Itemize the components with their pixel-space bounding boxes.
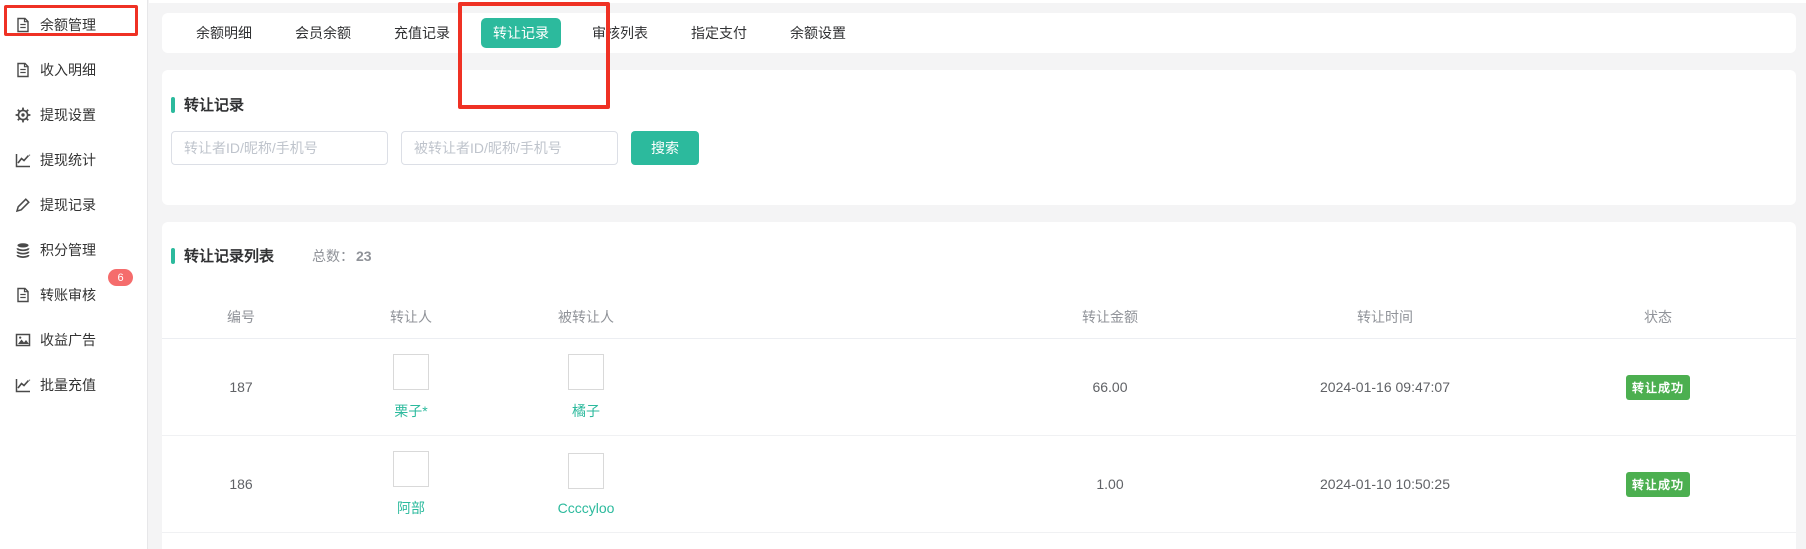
tab-recharge-records[interactable]: 充值记录: [382, 18, 462, 48]
cell-amount: 66.00: [670, 339, 1250, 435]
transfer-records-page: 余额管理 收入明细 提现设置 提现统计 提现记录: [0, 0, 1806, 549]
column-header-amount: 转让金额: [670, 296, 1250, 338]
cell-transferee: Ccccyloo: [502, 436, 670, 532]
total-value: 23: [356, 248, 372, 264]
coins-icon: [15, 242, 31, 258]
column-header-time: 转让时间: [1250, 296, 1520, 338]
transferee-search-input[interactable]: [401, 131, 618, 165]
document-icon: [15, 62, 31, 78]
cell-time: 2024-01-16 09:47:07: [1250, 339, 1520, 435]
search-row: 搜索: [171, 131, 1796, 165]
sidebar-item-label: 收益广告: [40, 330, 96, 350]
status-badge: 转让成功: [1626, 472, 1690, 497]
sidebar-item-label: 提现记录: [40, 195, 96, 215]
gear-icon: [15, 107, 31, 123]
tab-balance-detail[interactable]: 余额明细: [184, 18, 264, 48]
section-title-text: 转让记录: [184, 94, 244, 115]
annotation-box-sidebar-balance: [4, 5, 138, 36]
chart-line-icon: [15, 152, 31, 168]
column-header-transferor: 转让人: [320, 296, 502, 338]
cell-id: 186: [162, 436, 320, 532]
list-section-title: 转让记录列表 总数： 23: [162, 222, 1796, 266]
column-header-status: 状态: [1520, 296, 1796, 338]
tab-balance-settings[interactable]: 余额设置: [778, 18, 858, 48]
title-accent-bar: [171, 248, 175, 264]
column-header-id: 编号: [162, 296, 320, 338]
sidebar-item-transfer-review[interactable]: 转账审核 6: [0, 272, 147, 317]
user-name-link[interactable]: 橘子: [572, 401, 600, 421]
sidebar-item-withdraw-stats[interactable]: 提现统计: [0, 137, 147, 182]
sidebar: 余额管理 收入明细 提现设置 提现统计 提现记录: [0, 0, 148, 549]
tab-member-balance[interactable]: 会员余额: [283, 18, 363, 48]
cell-status: 转让成功: [1520, 339, 1796, 435]
pencil-icon: [15, 197, 31, 213]
sidebar-item-label: 批量充值: [40, 375, 96, 395]
user-name-link[interactable]: 阿部: [397, 498, 425, 518]
sidebar-item-income-detail[interactable]: 收入明细: [0, 47, 147, 92]
tabs-bar: 余额明细 会员余额 充值记录 转让记录 审核列表 指定支付 余额设置: [162, 13, 1796, 53]
title-accent-bar: [171, 97, 175, 113]
cell-transferor: 栗子*: [320, 339, 502, 435]
image-icon: [15, 332, 31, 348]
sidebar-item-label: 提现统计: [40, 150, 96, 170]
user-name-link[interactable]: 栗子*: [394, 401, 427, 421]
chart-line-icon: [15, 377, 31, 393]
cell-time: 2024-01-10 10:50:25: [1250, 436, 1520, 532]
search-button[interactable]: 搜索: [631, 131, 699, 165]
sidebar-item-withdraw-settings[interactable]: 提现设置: [0, 92, 147, 137]
user-name-link[interactable]: Ccccyloo: [558, 500, 615, 516]
cell-transferee: 橘子: [502, 339, 670, 435]
sidebar-item-revenue-ads[interactable]: 收益广告: [0, 317, 147, 362]
avatar[interactable]: [568, 453, 604, 489]
cell-amount: 1.00: [670, 436, 1250, 532]
search-panel: 转让记录 搜索: [162, 70, 1796, 205]
document-icon: [15, 287, 31, 303]
avatar[interactable]: [568, 354, 604, 390]
status-badge: 转让成功: [1626, 375, 1690, 400]
cell-status: 转让成功: [1520, 436, 1796, 532]
sidebar-item-label: 积分管理: [40, 240, 96, 260]
cell-id: 187: [162, 339, 320, 435]
transfer-list-panel: 转让记录列表 总数： 23 编号 转让人 被转让人 转让金额 转让时间 状态 1…: [162, 222, 1796, 549]
cell-transferor: 阿部: [320, 436, 502, 532]
top-strip: [149, 0, 1806, 3]
sidebar-item-batch-recharge[interactable]: 批量充值: [0, 362, 147, 407]
total-count: 总数： 23: [312, 246, 372, 266]
sidebar-item-withdraw-records[interactable]: 提现记录: [0, 182, 147, 227]
search-section-title: 转让记录: [162, 70, 1796, 115]
table-header-row: 编号 转让人 被转让人 转让金额 转让时间 状态: [162, 296, 1796, 339]
sidebar-item-points-management[interactable]: 积分管理: [0, 227, 147, 272]
tab-designated-payment[interactable]: 指定支付: [679, 18, 759, 48]
table-row: 187 栗子* 橘子 66.00 2024-01-16 09:47:07 转让成…: [162, 339, 1796, 436]
avatar[interactable]: [393, 354, 429, 390]
annotation-box-transfer-tab: [458, 2, 610, 109]
sidebar-item-label: 转账审核: [40, 285, 96, 305]
avatar[interactable]: [393, 451, 429, 487]
sidebar-item-label: 收入明细: [40, 60, 96, 80]
total-label: 总数：: [312, 246, 354, 266]
section-title-text: 转让记录列表: [184, 245, 274, 266]
sidebar-item-label: 提现设置: [40, 105, 96, 125]
table-row: 186 阿部 Ccccyloo 1.00 2024-01-10 10:50:25…: [162, 436, 1796, 533]
transferor-search-input[interactable]: [171, 131, 388, 165]
column-header-transferee: 被转让人: [502, 296, 670, 338]
notification-badge: 6: [108, 269, 133, 286]
